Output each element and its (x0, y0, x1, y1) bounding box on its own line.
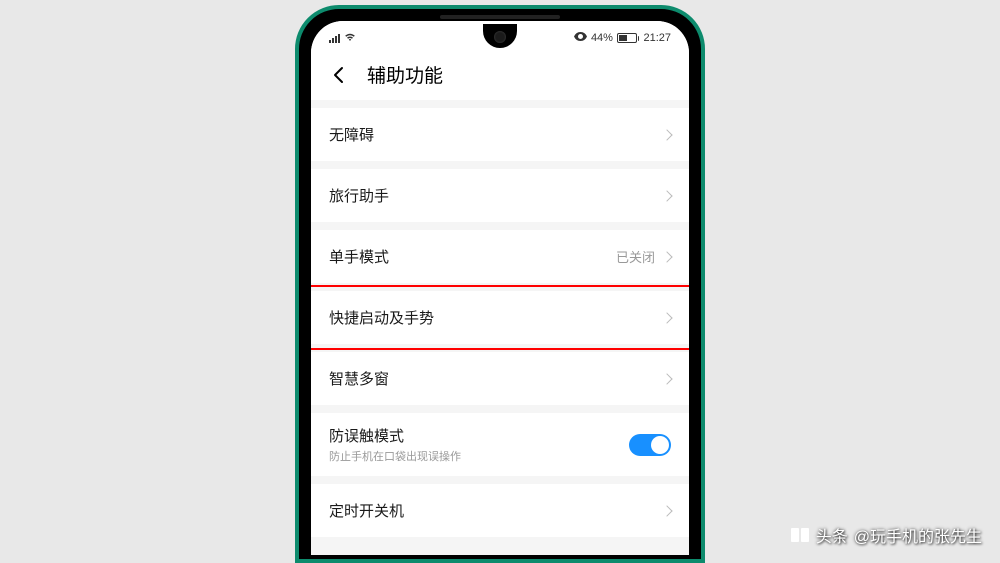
item-accessibility[interactable]: 无障碍 (311, 108, 689, 161)
phone-frame: 44% 21:27 辅助功能 无障碍 (295, 5, 705, 563)
speaker-grille (440, 15, 560, 19)
chevron-right-icon (661, 373, 672, 384)
watermark-text: @玩手机的张先生 (854, 523, 982, 547)
item-label: 智慧多窗 (329, 368, 663, 389)
item-mistouch-prevention[interactable]: 防误触模式 防止手机在口袋出现误操作 (311, 413, 689, 476)
back-button[interactable] (329, 65, 349, 85)
item-one-hand-mode[interactable]: 单手模式 已关闭 (311, 230, 689, 283)
item-travel-assistant[interactable]: 旅行助手 (311, 169, 689, 222)
page-header: 辅助功能 (311, 49, 689, 100)
clock: 21:27 (643, 32, 671, 44)
item-label: 防误触模式 (329, 425, 629, 446)
toggle-switch[interactable] (629, 434, 671, 456)
eye-icon (574, 32, 587, 44)
item-smart-multi-window[interactable]: 智慧多窗 (311, 352, 689, 405)
chevron-right-icon (661, 505, 672, 516)
item-label: 旅行助手 (329, 185, 663, 206)
watermark-prefix: 头条 (816, 523, 848, 547)
item-shortcuts-gestures[interactable]: 快捷启动及手势 (311, 291, 689, 344)
chevron-right-icon (661, 190, 672, 201)
watermark: 头条 @玩手机的张先生 (790, 523, 982, 547)
item-label: 定时开关机 (329, 500, 663, 521)
chevron-right-icon (661, 251, 672, 262)
item-label: 快捷启动及手势 (329, 307, 663, 328)
screen: 44% 21:27 辅助功能 无障碍 (311, 21, 689, 555)
item-value: 已关闭 (616, 247, 655, 266)
item-sublabel: 防止手机在口袋出现误操作 (329, 448, 629, 464)
battery-percent: 44% (591, 32, 613, 44)
signal-icon (329, 34, 340, 43)
item-scheduled-power[interactable]: 定时开关机 (311, 484, 689, 537)
item-label: 单手模式 (329, 246, 616, 267)
chevron-right-icon (661, 129, 672, 140)
item-label: 无障碍 (329, 124, 663, 145)
battery-icon (617, 33, 640, 43)
page-title: 辅助功能 (367, 61, 443, 88)
wifi-icon (344, 32, 356, 45)
chevron-right-icon (661, 312, 672, 323)
watermark-logo-icon (790, 525, 810, 545)
front-camera (494, 31, 506, 43)
